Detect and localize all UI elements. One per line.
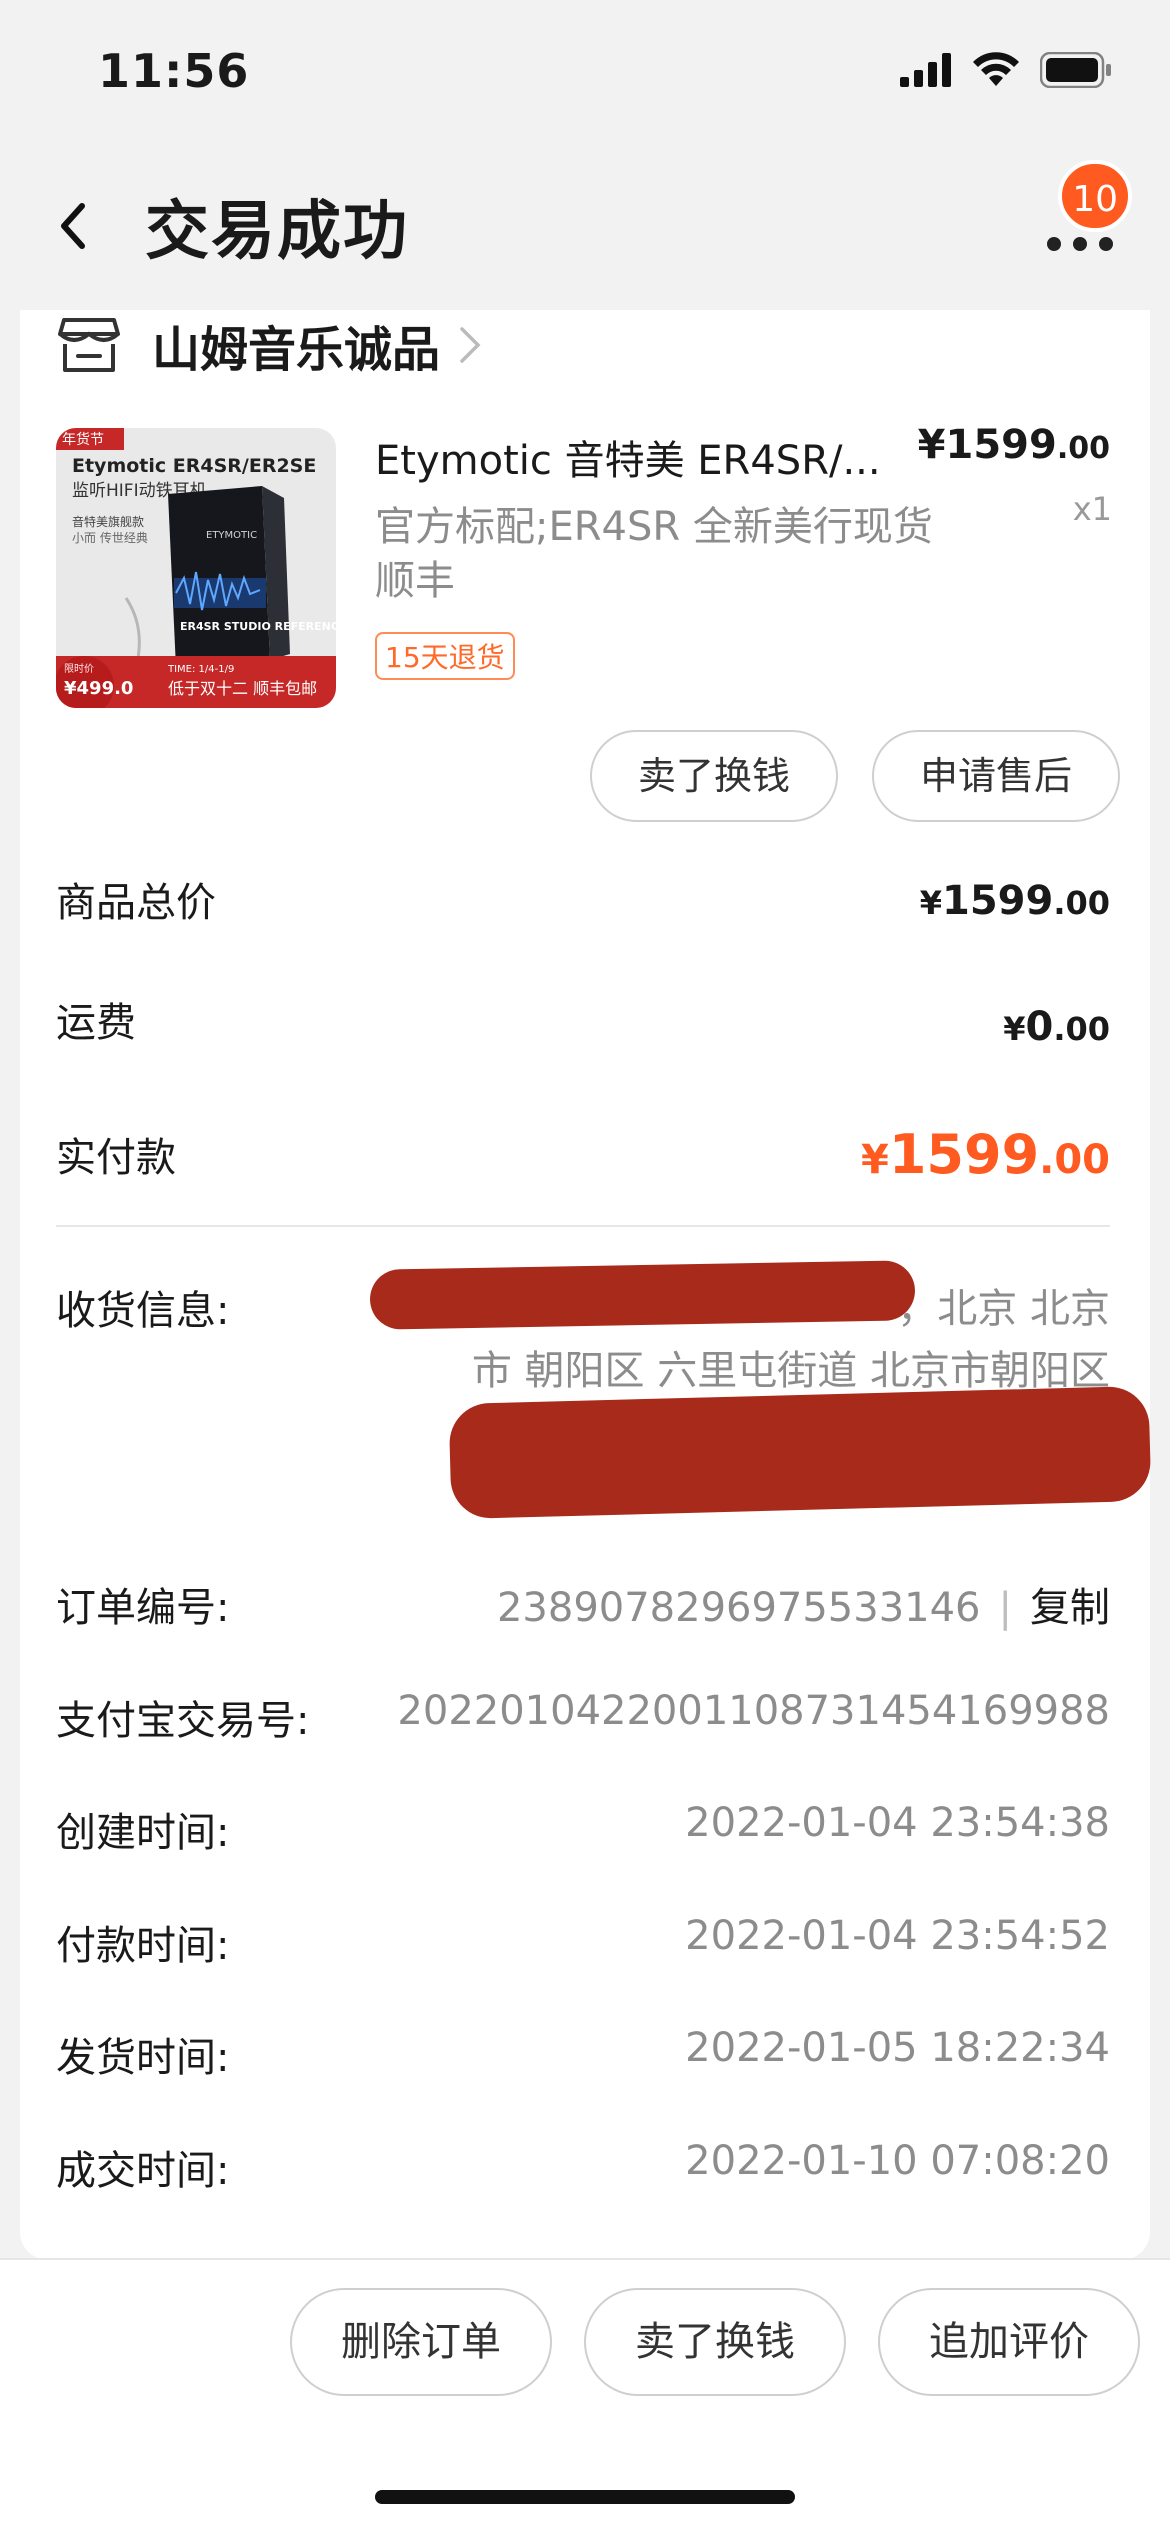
delete-order-button[interactable]: 删除订单	[290, 2288, 552, 2396]
thumb-price: ¥499.0	[64, 678, 133, 699]
alipay-number: 2022010422001108731454169988	[397, 1688, 1110, 1734]
price-decimal: .00	[1056, 431, 1110, 466]
sell-button[interactable]: 卖了换钱	[590, 730, 838, 822]
shop-header[interactable]: 山姆音乐诚品	[58, 310, 482, 380]
status-icons	[900, 52, 1112, 88]
nav-bar: 交易成功 10	[0, 140, 1170, 310]
alipay-label: 支付宝交易号:	[56, 1698, 310, 1744]
copy-button[interactable]: 复制	[1030, 1585, 1110, 1631]
status-bar: 11:56	[0, 0, 1170, 140]
paid-integer: 1599	[888, 1123, 1040, 1186]
wifi-icon	[973, 52, 1019, 86]
product-thumbnail[interactable]: 年货节 Etymotic ER4SR/ER2SE 监听HIFI动铁耳机 音特美旗…	[56, 428, 336, 708]
thumb-footer: 低于双十二 顺丰包邮	[168, 679, 317, 698]
add-review-button[interactable]: 追加评价	[878, 2288, 1140, 2396]
paid-label: 实付款	[56, 1135, 176, 1181]
paid-decimal: .00	[1039, 1137, 1110, 1183]
redaction-mark	[448, 1385, 1152, 1520]
created-time-value: 2022-01-04 23:54:38	[685, 1800, 1110, 1846]
done-time-value: 2022-01-10 07:08:20	[685, 2138, 1110, 2184]
store-icon	[58, 318, 120, 372]
thumb-tag: 年货节	[62, 431, 104, 448]
price-integer: 1599	[945, 422, 1057, 468]
home-indicator[interactable]	[375, 2490, 795, 2504]
thumb-note-1: 音特美旗舰款	[72, 514, 144, 529]
currency-symbol: ¥	[917, 422, 946, 468]
shipping-integer: 0	[1025, 1004, 1054, 1050]
shop-name: 山姆音乐诚品	[152, 322, 441, 378]
goods-total-integer: 1599	[941, 878, 1054, 924]
shipping-value: ¥0.00	[1003, 1004, 1110, 1050]
created-time-label: 创建时间:	[56, 1810, 230, 1856]
after-sale-button[interactable]: 申请售后	[872, 730, 1120, 822]
shipping-info-label: 收货信息:	[56, 1288, 230, 1334]
product-spec: 官方标配;ER4SR 全新美行现货顺丰	[375, 504, 933, 604]
shipping-decimal: .00	[1053, 1010, 1110, 1048]
return-policy-tag: 15天退货	[375, 632, 515, 680]
order-number-value: 2389078296975533146 | 复制	[497, 1575, 1110, 1633]
product-quantity: x1	[1072, 490, 1112, 528]
sell-button-bottom[interactable]: 卖了换钱	[584, 2288, 846, 2396]
thumb-price-label: 限时价	[64, 663, 94, 675]
page-title: 交易成功	[145, 195, 409, 269]
paid-time-label: 付款时间:	[56, 1923, 230, 1969]
goods-total-decimal: .00	[1053, 884, 1110, 922]
product-image: 年货节 Etymotic ER4SR/ER2SE 监听HIFI动铁耳机 音特美旗…	[56, 428, 336, 708]
chevron-right-icon	[460, 327, 481, 363]
order-number: 2389078296975533146	[496, 1585, 981, 1631]
thumb-brand: ETYMOTIC	[206, 530, 257, 541]
redaction-mark	[369, 1260, 916, 1330]
paid-time-value: 2022-01-04 23:54:52	[685, 1913, 1110, 1959]
thumb-title: Etymotic ER4SR/ER2SE	[72, 455, 316, 477]
done-time-label: 成交时间:	[56, 2148, 230, 2194]
currency-symbol: ¥	[861, 1137, 889, 1183]
thumb-time: TIME: 1/4-1/9	[167, 664, 234, 675]
goods-total-label: 商品总价	[56, 880, 216, 926]
shipped-time-label: 发货时间:	[56, 2035, 230, 2081]
thumb-box-text: ER4SR STUDIO REFERENCE	[180, 620, 336, 633]
goods-total-value: ¥1599.00	[920, 878, 1110, 924]
shipped-time-value: 2022-01-05 18:22:34	[685, 2025, 1110, 2071]
signal-icon	[900, 53, 951, 87]
thumb-note-2: 小而 传世经典	[72, 530, 148, 545]
back-icon[interactable]	[44, 196, 104, 256]
divider	[56, 1225, 1110, 1227]
status-time: 11:56	[98, 44, 250, 98]
separator: |	[998, 1585, 1012, 1631]
order-number-label: 订单编号:	[56, 1585, 230, 1631]
battery-icon	[1040, 52, 1111, 88]
product-name[interactable]: Etymotic 音特美 ER4SR/...	[375, 428, 895, 486]
product-price: ¥1599.00	[918, 422, 1110, 468]
currency-symbol: ¥	[919, 884, 942, 922]
shipping-label: 运费	[56, 1000, 136, 1046]
order-card: 山姆音乐诚品 年货节 Etymotic ER4SR/ER2SE 监听HIFI动铁…	[20, 310, 1152, 2260]
notification-badge: 10	[1058, 160, 1132, 232]
paid-value: ¥1599.00	[861, 1123, 1110, 1186]
currency-symbol: ¥	[1003, 1010, 1026, 1048]
